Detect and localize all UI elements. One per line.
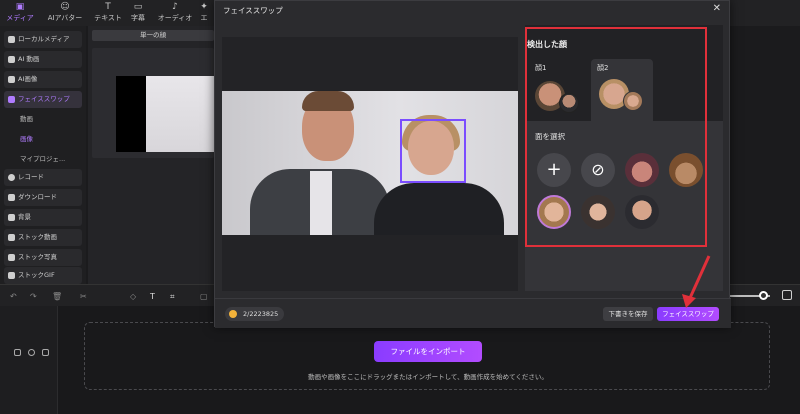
sidebar-sub-video[interactable]: 動画 bbox=[20, 113, 33, 123]
faceswap-dialog: フェイススワップ ✕ 検出した顔 顔1 顔2 面を選択 + ⊘ 2/222382… bbox=[214, 0, 731, 328]
export-icon[interactable]: ▢ bbox=[200, 292, 208, 301]
ai-image-icon bbox=[8, 76, 15, 83]
faceswap-icon bbox=[8, 96, 15, 103]
toolbar-ai-avatar-label: AIアバター bbox=[47, 14, 83, 22]
download-icon bbox=[8, 194, 15, 201]
annotation-arrow bbox=[682, 255, 711, 308]
sidebar-item-label: フェイススワップ bbox=[18, 95, 70, 103]
media-icon: ▣ bbox=[15, 2, 25, 12]
sidebar-item-label: レコード bbox=[18, 173, 44, 181]
sidebar-item-label: ストックGIF bbox=[18, 271, 55, 279]
avatar-icon: ☺ bbox=[60, 2, 70, 12]
toolbar-media[interactable]: ▣ メディア bbox=[2, 2, 38, 24]
track-audio-icon[interactable] bbox=[42, 349, 49, 356]
sidebar-item-stock-gif[interactable]: ストックGIF bbox=[4, 267, 82, 284]
import-dropzone[interactable]: ファイルをインポート 動画や画像をここにドラッグまたはインポートして、動画作成を… bbox=[84, 322, 770, 390]
toolbar-subtitle[interactable]: ▭ 字幕 bbox=[124, 2, 152, 24]
ai-video-icon bbox=[8, 56, 15, 63]
audio-icon: ♪ bbox=[172, 2, 178, 12]
sidebar-item-download[interactable]: ダウンロード bbox=[4, 189, 82, 206]
effects-icon: ✦ bbox=[200, 2, 208, 12]
sidebar-item-local-media[interactable]: ローカルメディア bbox=[4, 31, 82, 48]
sidebar-item-ai-image[interactable]: AI画像 bbox=[4, 71, 82, 88]
sidebar-item-label: AI画像 bbox=[18, 75, 38, 83]
toolbar-effects[interactable]: ✦ エ bbox=[196, 2, 212, 24]
sidebar-item-label: 背景 bbox=[18, 213, 31, 221]
text-icon: T bbox=[105, 2, 111, 12]
subtitle-icon: ▭ bbox=[133, 2, 143, 12]
redo-icon[interactable]: ↷ bbox=[30, 292, 37, 301]
dialog-footer: 2/2223825 下書きを保存 フェイススワップ bbox=[215, 298, 731, 328]
annotation-highlight bbox=[525, 27, 707, 247]
toolbar-audio-label: オーディオ bbox=[157, 14, 193, 22]
toolbar-media-label: メディア bbox=[6, 14, 34, 22]
media-panel: 単一の顔 bbox=[88, 26, 218, 284]
toolbar-effects-label: エ bbox=[200, 14, 208, 22]
shield-icon[interactable]: ◇ bbox=[130, 292, 136, 301]
toolbar-text-label: テキスト bbox=[94, 14, 122, 22]
person-shirt bbox=[310, 171, 332, 235]
track-visibility-icon[interactable] bbox=[28, 349, 35, 356]
save-draft-button[interactable]: 下書きを保存 bbox=[603, 307, 653, 321]
preview-area bbox=[222, 37, 518, 291]
crop-icon[interactable]: ⌗ bbox=[170, 292, 175, 302]
split-icon[interactable]: ✂ bbox=[80, 292, 87, 301]
right-panel bbox=[730, 26, 800, 284]
sidebar-item-ai-video[interactable]: AI 動画 bbox=[4, 51, 82, 68]
text-tool-icon[interactable]: T bbox=[150, 292, 155, 301]
stock-gif-icon bbox=[8, 272, 15, 279]
sidebar-item-faceswap[interactable]: フェイススワップ bbox=[4, 91, 82, 108]
sidebar-item-label: ストック写真 bbox=[18, 253, 57, 261]
thumbnail-image bbox=[146, 76, 214, 152]
fit-icon[interactable] bbox=[782, 290, 792, 300]
preview-photo bbox=[222, 91, 518, 235]
background-icon bbox=[8, 214, 15, 221]
sidebar-item-label: AI 動画 bbox=[18, 55, 40, 63]
sidebar-sub-my-projects[interactable]: マイプロジェ... bbox=[20, 153, 65, 163]
sidebar-item-label: ローカルメディア bbox=[18, 35, 70, 43]
toolbar-ai-avatar[interactable]: ☺ AIアバター bbox=[44, 2, 86, 24]
folder-icon bbox=[8, 36, 15, 43]
sidebar-item-stock-video[interactable]: ストック動画 bbox=[4, 229, 82, 246]
close-icon[interactable]: ✕ bbox=[713, 3, 721, 14]
toolbar-text[interactable]: T テキスト bbox=[90, 2, 126, 24]
single-face-tab[interactable]: 単一の顔 bbox=[92, 30, 214, 41]
track-lock-icon[interactable] bbox=[14, 349, 21, 356]
sidebar-item-label: ストック動画 bbox=[18, 233, 57, 241]
toolbar-audio[interactable]: ♪ オーディオ bbox=[156, 2, 194, 24]
person-body bbox=[374, 183, 504, 235]
sidebar-item-background[interactable]: 背景 bbox=[4, 209, 82, 226]
delete-icon[interactable]: 🗑 bbox=[52, 292, 62, 301]
credit-counter: 2/2223825 bbox=[225, 307, 285, 321]
sidebar-item-stock-photo[interactable]: ストック写真 bbox=[4, 249, 82, 266]
toolbar-subtitle-label: 字幕 bbox=[131, 14, 145, 22]
sidebar-sub-image[interactable]: 画像 bbox=[20, 133, 33, 143]
coin-icon bbox=[229, 310, 237, 318]
credit-value: 2/2223825 bbox=[243, 310, 279, 318]
left-sidebar: ローカルメディア AI 動画 AI画像 フェイススワップ 動画 画像 マイプロジ… bbox=[0, 26, 86, 284]
stock-video-icon bbox=[8, 234, 15, 241]
sidebar-item-record[interactable]: レコード bbox=[4, 169, 82, 186]
face-detection-box[interactable] bbox=[400, 119, 466, 183]
track-header bbox=[0, 306, 58, 414]
dialog-title: フェイススワップ bbox=[223, 6, 283, 15]
record-icon bbox=[8, 174, 15, 181]
undo-icon[interactable]: ↶ bbox=[10, 292, 17, 301]
person-hair bbox=[302, 91, 354, 111]
import-file-button[interactable]: ファイルをインポート bbox=[374, 341, 482, 362]
sidebar-item-label: ダウンロード bbox=[18, 193, 57, 201]
media-thumbnail[interactable] bbox=[116, 76, 214, 152]
zoom-slider-handle[interactable] bbox=[759, 291, 768, 300]
import-hint: 動画や画像をここにドラッグまたはインポートして、動画作成を始めてください。 bbox=[308, 373, 548, 381]
stock-photo-icon bbox=[8, 254, 15, 261]
